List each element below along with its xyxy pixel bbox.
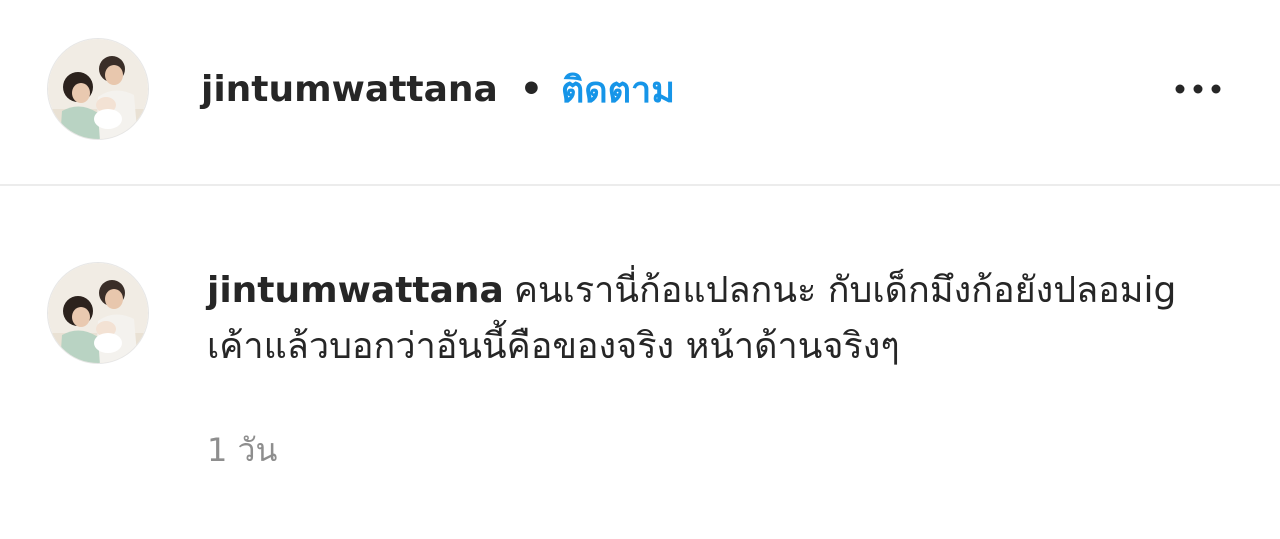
comment-username[interactable]: jintumwattana — [207, 270, 504, 311]
avatar[interactable] — [47, 38, 149, 140]
more-horizontal-icon[interactable] — [1168, 74, 1228, 104]
post-username[interactable]: jintumwattana — [201, 69, 498, 110]
separator-dot: • — [519, 68, 543, 110]
follow-button[interactable]: ติดตาม — [561, 61, 675, 118]
post-header: jintumwattana • ติดตาม — [0, 0, 1280, 184]
comment-timestamp[interactable]: 1 วัน — [207, 425, 277, 476]
comment-avatar[interactable] — [47, 262, 149, 364]
header-username-row: jintumwattana • ติดตาม — [201, 62, 675, 116]
comment-body: jintumwattana คนเรานี่ก้อแปลกนะ กับเด็กมึ… — [207, 263, 1237, 375]
